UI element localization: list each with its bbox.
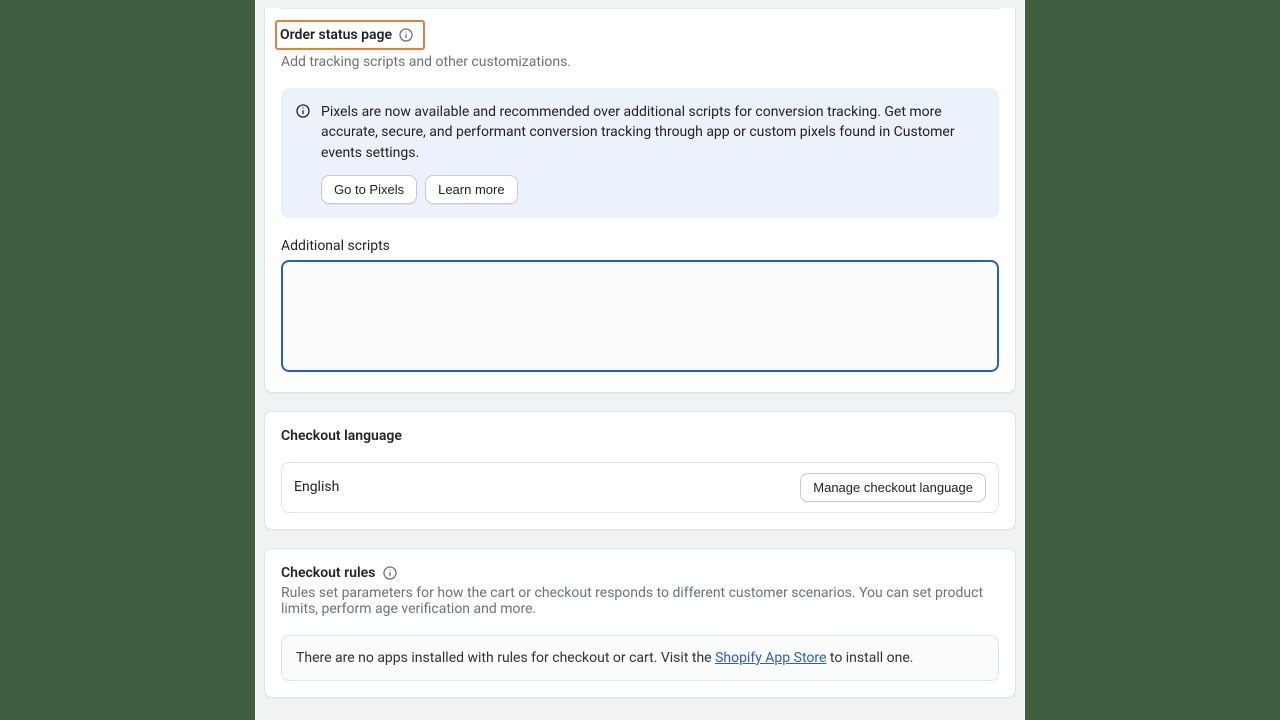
order-status-subtitle: Add tracking scripts and other customiza…: [281, 54, 999, 70]
pixels-banner: Pixels are now available and recommended…: [281, 88, 999, 218]
info-icon[interactable]: [382, 565, 398, 581]
checkout-language-row: English Manage checkout language: [281, 462, 999, 513]
checkout-rules-title: Checkout rules: [281, 565, 375, 581]
pixels-banner-text: Pixels are now available and recommended…: [321, 102, 983, 163]
shopify-app-store-link[interactable]: Shopify App Store: [715, 650, 826, 666]
order-status-title: Order status page: [280, 27, 392, 43]
manage-checkout-language-button[interactable]: Manage checkout language: [800, 473, 986, 502]
checkout-language-current: English: [294, 479, 339, 495]
learn-more-button[interactable]: Learn more: [425, 175, 517, 204]
additional-scripts-textarea[interactable]: [281, 260, 999, 372]
rules-empty-suffix: to install one.: [826, 650, 913, 666]
checkout-language-card: Checkout language English Manage checkou…: [264, 411, 1016, 530]
order-status-card: Order status page Add tracking scripts a…: [264, 8, 1016, 393]
go-to-pixels-button[interactable]: Go to Pixels: [321, 175, 417, 204]
checkout-language-title: Checkout language: [281, 428, 402, 444]
checkout-rules-empty: There are no apps installed with rules f…: [281, 635, 999, 681]
checkout-rules-subtitle: Rules set parameters for how the cart or…: [281, 585, 999, 617]
settings-page: Order status page Add tracking scripts a…: [255, 0, 1025, 720]
info-icon: [295, 103, 311, 119]
rules-empty-prefix: There are no apps installed with rules f…: [296, 650, 715, 666]
info-icon[interactable]: [398, 27, 414, 43]
additional-scripts-label: Additional scripts: [281, 238, 999, 254]
order-status-title-highlight: Order status page: [275, 20, 425, 50]
checkout-rules-card: Checkout rules Rules set parameters for …: [264, 548, 1016, 698]
